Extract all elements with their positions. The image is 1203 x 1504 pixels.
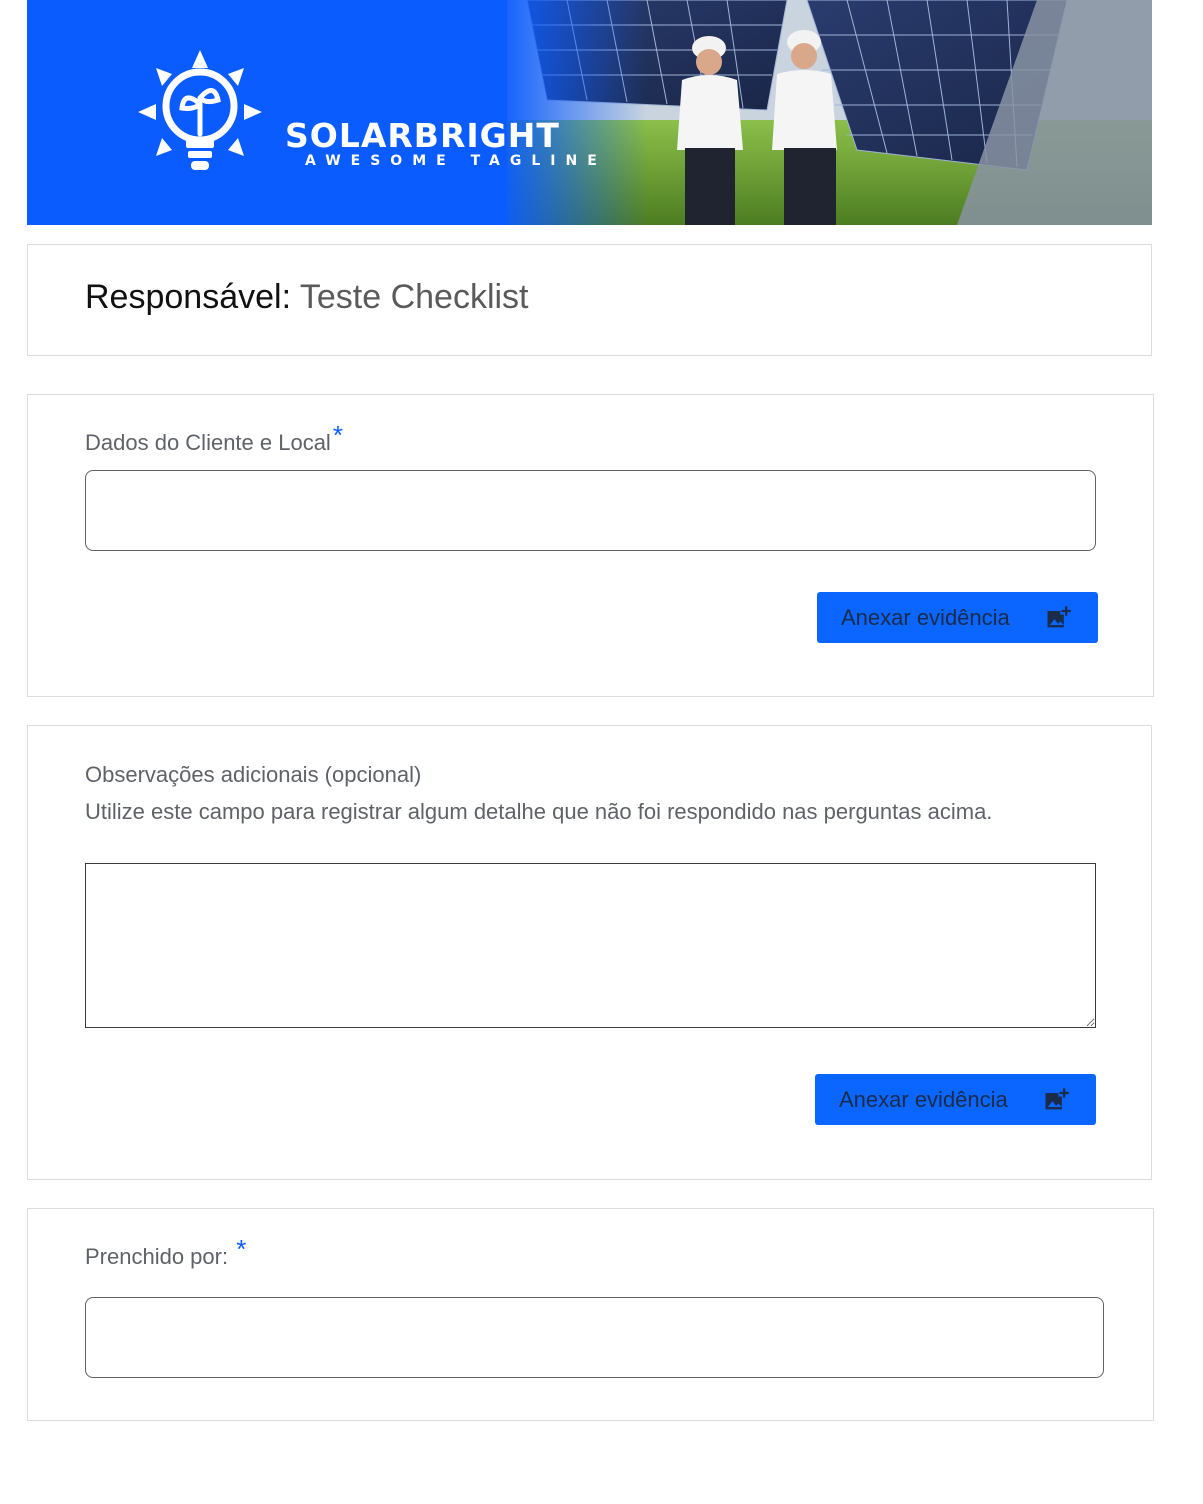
responsavel-label: Responsável: <box>85 278 292 316</box>
add-photo-icon <box>1045 1088 1069 1110</box>
question-description: Utilize este campo para registrar algum … <box>85 799 993 824</box>
question-label-text: Prenchido por: <box>85 1244 235 1269</box>
brand-logo-text: SOLARBRIGHT AWESOME TAGLINE <box>285 116 607 169</box>
header-banner: SOLARBRIGHT AWESOME TAGLINE <box>27 0 1152 225</box>
banner-image <box>138 0 1152 225</box>
responsavel-card: Responsável: Teste Checklist <box>27 244 1152 356</box>
responsavel-value: Teste Checklist <box>299 278 529 316</box>
dados-cliente-input[interactable] <box>85 470 1096 551</box>
question-label: Dados do Cliente e Local* <box>85 421 343 457</box>
attach-evidence-button[interactable]: Anexar evidência <box>815 1074 1096 1125</box>
required-marker: * <box>236 1234 247 1264</box>
brand-tagline: AWESOME TAGLINE <box>305 153 607 169</box>
attach-evidence-label: Anexar evidência <box>841 604 1010 630</box>
question-card-dados-cliente: Dados do Cliente e Local* Anexar evidênc… <box>27 394 1154 697</box>
question-label-text: Dados do Cliente e Local <box>85 430 331 455</box>
question-label: Observações adicionais (opcional) <box>85 762 422 787</box>
attach-evidence-button[interactable]: Anexar evidência <box>817 592 1098 643</box>
add-photo-icon <box>1047 606 1071 628</box>
question-label: Prenchido por: * <box>85 1235 246 1271</box>
question-card-prenchido-por: Prenchido por: * <box>27 1208 1154 1421</box>
required-marker: * <box>332 420 343 450</box>
responsavel-line: Responsável: Teste Checklist <box>85 277 529 317</box>
prenchido-por-input[interactable] <box>85 1297 1104 1378</box>
attach-evidence-label: Anexar evidência <box>839 1086 1008 1112</box>
brand-name: SOLARBRIGHT <box>285 116 560 155</box>
observacoes-textarea[interactable] <box>85 863 1096 1028</box>
question-card-observacoes: Observações adicionais (opcional) Utiliz… <box>27 725 1152 1180</box>
form-page: SOLARBRIGHT AWESOME TAGLINE Responsável:… <box>0 0 1203 1504</box>
